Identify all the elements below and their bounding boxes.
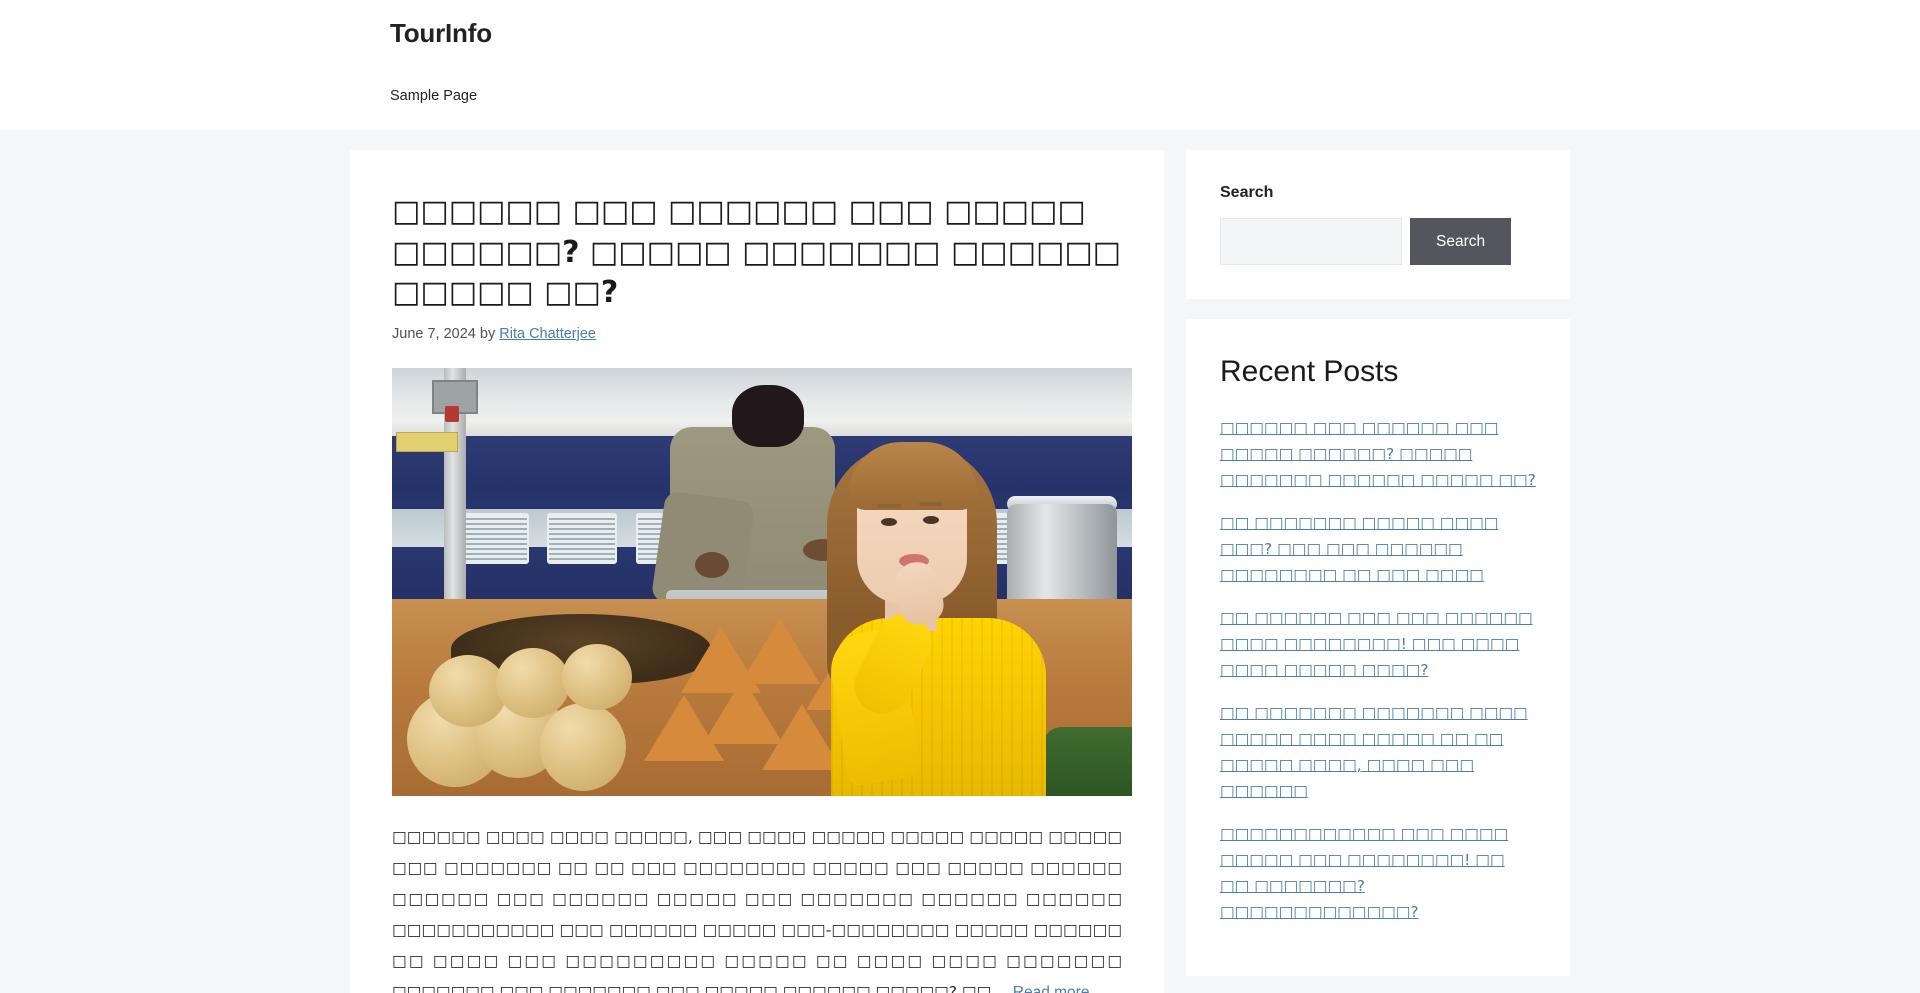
excerpt-ellipsis: ... <box>995 983 1009 993</box>
post-excerpt-container: □□□□□□ □□□□ □□□□ □□□□□, □□□ □□□□ □□□□□ □… <box>392 822 1122 993</box>
image-fried-ball <box>540 703 626 792</box>
image-woman-eye <box>880 517 897 526</box>
recent-post-link[interactable]: □□□□□□□□□□□□ □□□ □□□□ □□□□□ □□□ □□□□□□□□… <box>1220 825 1508 921</box>
post-date: June 7, 2024 <box>392 325 476 342</box>
site-header: TourInfo Sample Page <box>0 0 1920 130</box>
post-excerpt-paragraph: □□□□□□ □□□□ □□□□ □□□□□, □□□ □□□□ □□□□□ □… <box>392 822 1122 993</box>
site-title[interactable]: TourInfo <box>390 18 492 49</box>
list-item: □□□□□□□□□□□□ □□□ □□□□ □□□□□ □□□ □□□□□□□□… <box>1220 821 1536 925</box>
search-form: Search <box>1220 218 1536 265</box>
search-submit-button[interactable]: Search <box>1410 218 1512 265</box>
recent-post-link[interactable]: □□ □□□□□□ □□□ □□□ □□□□□□ □□□□ □□□□□□□□! … <box>1220 609 1533 679</box>
page-content-wrapper: □□□□□□ □□□ □□□□□□ □□□ □□□□□ □□□□□□? □□□□… <box>350 130 1570 993</box>
image-woman-eyebrow <box>918 501 943 506</box>
image-woman <box>813 436 1073 796</box>
image-woman-hair-front <box>848 441 977 510</box>
main-navigation: Sample Page <box>390 88 477 104</box>
recent-posts-widget: Recent Posts □□□□□□ □□□ □□□□□□ □□□ □□□□□… <box>1186 319 1570 977</box>
recent-post-link[interactable]: □□ □□□□□□□ □□□□□□□ □□□□ □□□□□ □□□□ □□□□□… <box>1220 704 1528 800</box>
list-item: □□ □□□□□□ □□□ □□□ □□□□□□ □□□□ □□□□□□□□! … <box>1220 605 1536 683</box>
image-train-window <box>458 513 529 565</box>
nav-item-sample-page[interactable]: Sample Page <box>390 88 477 104</box>
list-item: □□ □□□□□□□ □□□□□□□ □□□□ □□□□□ □□□□ □□□□□… <box>1220 700 1536 804</box>
post-article: □□□□□□ □□□ □□□□□□ □□□ □□□□□ □□□□□□? □□□□… <box>350 150 1164 993</box>
recent-post-link[interactable]: □□ □□□□□□□ □□□□□ □□□□ □□□? □□□ □□□ □□□□□… <box>1220 514 1498 584</box>
recent-post-link[interactable]: □□□□□□ □□□ □□□□□□ □□□ □□□□□ □□□□□□? □□□□… <box>1220 419 1536 489</box>
article-body: □□□□□□ □□□ □□□□□□ □□□ □□□□□ □□□□□□? □□□□… <box>350 150 1164 993</box>
list-item: □□□□□□ □□□ □□□□□□ □□□ □□□□□ □□□□□□? □□□□… <box>1220 415 1536 493</box>
read-more-link[interactable]: Read more <box>1013 984 1090 993</box>
image-fried-ball <box>495 648 570 719</box>
image-vendor-head <box>732 384 805 447</box>
search-widget-title: Search <box>1220 184 1274 201</box>
image-train-window <box>547 513 618 565</box>
post-excerpt-text: □□□□□□ □□□□ □□□□ □□□□□, □□□ □□□□ □□□□□ □… <box>392 827 1122 993</box>
image-pillar-red-light <box>445 406 460 423</box>
header-inner: TourInfo Sample Page <box>350 0 1570 130</box>
image-fried-ball <box>562 643 633 710</box>
image-vendor-hand-left <box>695 551 730 578</box>
list-item: □□ □□□□□□□ □□□□□ □□□□ □□□? □□□ □□□ □□□□□… <box>1220 510 1536 588</box>
search-input[interactable] <box>1220 218 1402 265</box>
search-widget: Search Search <box>1186 150 1570 299</box>
main-content-column: □□□□□□ □□□ □□□□□□ □□□ □□□□□ □□□□□□? □□□□… <box>350 150 1164 993</box>
recent-posts-list: □□□□□□ □□□ □□□□□□ □□□ □□□□□ □□□□□□? □□□□… <box>1220 415 1536 926</box>
post-meta: June 7, 2024 by Rita Chatterjee <box>392 326 1122 342</box>
sidebar: Search Search Recent Posts □□□□□□ □□□ □□… <box>1186 150 1570 993</box>
post-author-link[interactable]: Rita Chatterjee <box>499 326 596 342</box>
image-yellow-sign <box>395 431 458 452</box>
recent-posts-title: Recent Posts <box>1220 355 1399 388</box>
post-title[interactable]: □□□□□□ □□□ □□□□□□ □□□ □□□□□ □□□□□□? □□□□… <box>392 192 1122 314</box>
image-fried-ball <box>429 655 507 728</box>
post-by-label: by <box>479 325 496 342</box>
image-woman-eye <box>922 515 939 524</box>
image-woman-eyebrow <box>876 503 901 508</box>
featured-image[interactable] <box>392 367 1132 796</box>
